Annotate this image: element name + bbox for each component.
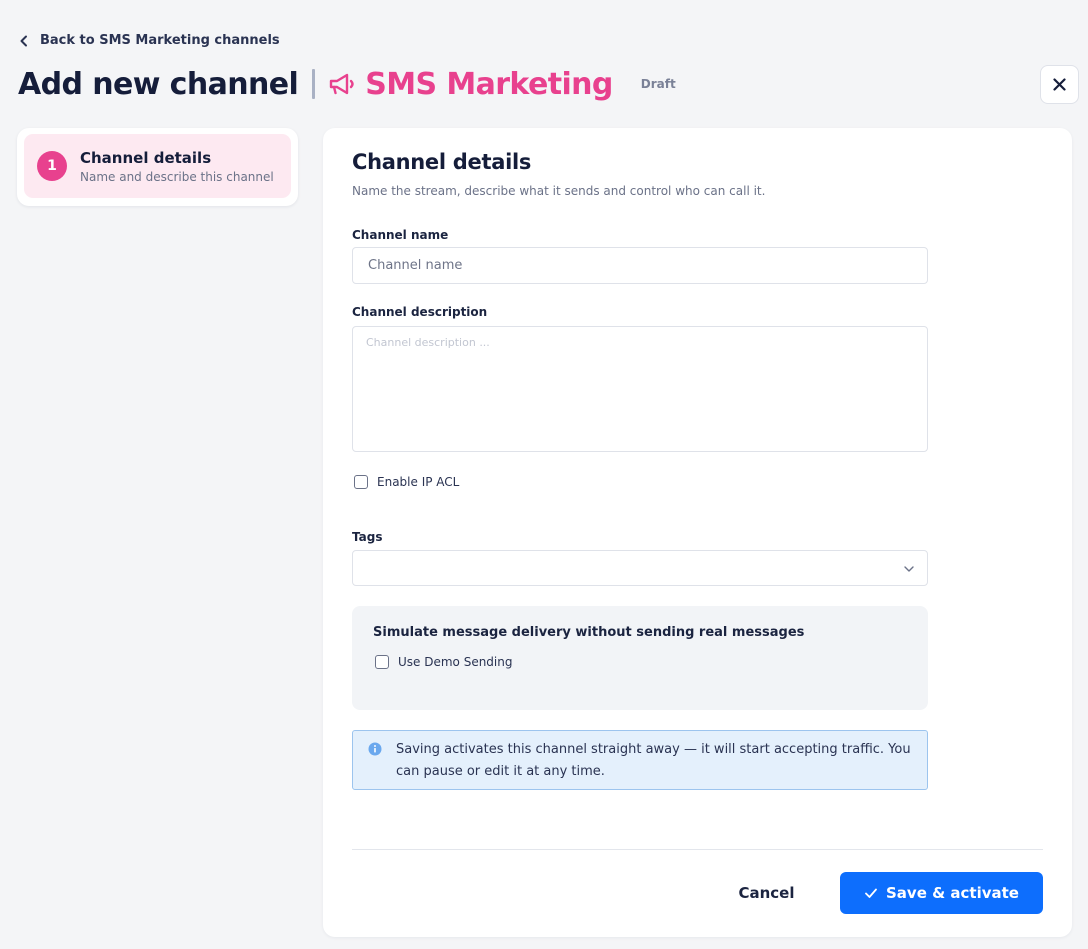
use-demo-sending-label: Use Demo Sending bbox=[398, 655, 513, 669]
step-number: 1 bbox=[37, 151, 67, 181]
tags-select[interactable] bbox=[352, 550, 928, 586]
info-text: Saving activates this channel straight a… bbox=[396, 742, 911, 779]
channel-type-title: SMS Marketing bbox=[365, 66, 613, 102]
demo-sending-title: Simulate message delivery without sendin… bbox=[373, 625, 805, 640]
save-activate-button[interactable]: Save & activate bbox=[840, 872, 1043, 914]
page-title: Add new channel bbox=[18, 66, 299, 102]
megaphone-icon bbox=[327, 72, 357, 96]
section-title: Channel details bbox=[352, 150, 532, 174]
enable-ip-acl-row[interactable]: Enable IP ACL bbox=[354, 475, 459, 489]
save-activate-label: Save & activate bbox=[886, 884, 1019, 902]
close-icon bbox=[1053, 78, 1066, 91]
chevron-left-icon bbox=[20, 35, 27, 46]
cancel-button[interactable]: Cancel bbox=[715, 872, 818, 914]
demo-sending-box: Simulate message delivery without sendin… bbox=[352, 606, 928, 710]
channel-name-input[interactable] bbox=[352, 247, 928, 284]
enable-ip-acl-checkbox[interactable] bbox=[354, 475, 368, 489]
use-demo-sending-checkbox[interactable] bbox=[375, 655, 389, 669]
channel-name-label: Channel name bbox=[352, 228, 449, 242]
back-link[interactable]: Back to SMS Marketing channels bbox=[18, 33, 280, 48]
page: Back to SMS Marketing channels Add new c… bbox=[0, 0, 1088, 949]
status-badge: Draft bbox=[640, 77, 676, 91]
back-link-label: Back to SMS Marketing channels bbox=[40, 33, 280, 48]
step-title: Channel details bbox=[80, 148, 212, 167]
enable-ip-acl-label: Enable IP ACL bbox=[377, 475, 460, 489]
use-demo-sending-row[interactable]: Use Demo Sending bbox=[375, 655, 512, 669]
channel-description-input[interactable] bbox=[352, 326, 928, 452]
step-channel-details[interactable]: 1 Channel details Name and describe this… bbox=[24, 134, 291, 198]
title-divider bbox=[312, 69, 316, 99]
step-subtitle: Name and describe this channel bbox=[80, 169, 274, 184]
section-subtitle: Name the stream, describe what it sends … bbox=[352, 184, 766, 198]
footer-divider bbox=[352, 849, 1043, 850]
tags-label: Tags bbox=[352, 530, 383, 544]
stepper: 1 Channel details Name and describe this… bbox=[17, 128, 298, 206]
title-row: Add new channel SMS Marketing Draft bbox=[18, 64, 676, 104]
step-text: Channel details Name and describe this c… bbox=[80, 149, 274, 184]
channel-description-label: Channel description bbox=[352, 305, 488, 319]
close-button[interactable] bbox=[1040, 65, 1079, 104]
info-icon bbox=[368, 742, 382, 756]
check-icon bbox=[865, 888, 877, 898]
activation-info-alert: Saving activates this channel straight a… bbox=[352, 730, 928, 790]
channel-details-form: Channel details Name the stream, describ… bbox=[323, 128, 1072, 937]
chevron-down-icon bbox=[904, 566, 914, 572]
